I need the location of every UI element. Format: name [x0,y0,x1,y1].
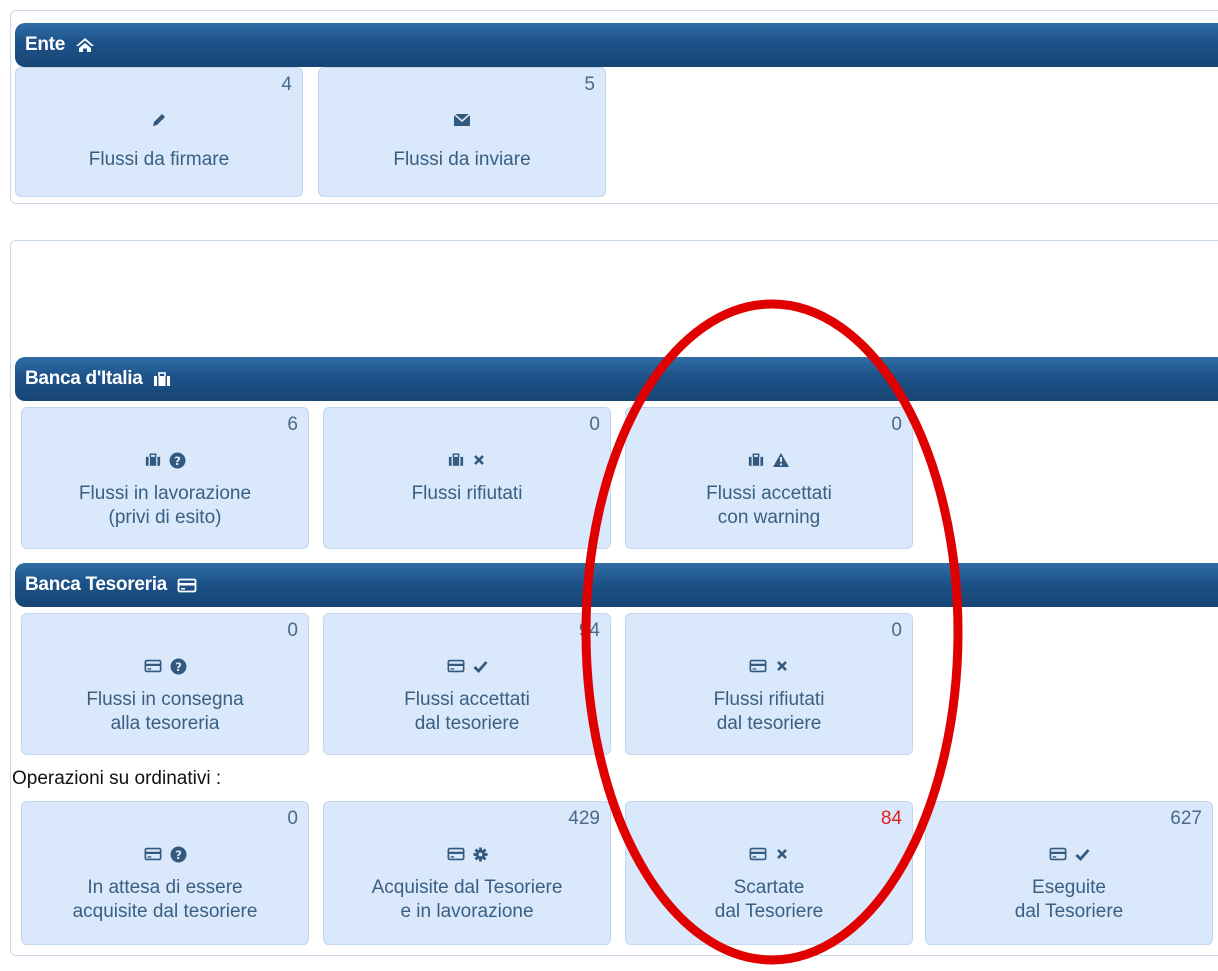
tile-count: 0 [891,414,902,435]
tile-label-line2: e in lavorazione [400,901,534,922]
times-icon [472,453,486,467]
tile-label-line1: Scartate [733,877,805,898]
question-circle-icon: ? [169,452,186,469]
credit-card-icon [749,847,767,861]
times-icon [775,847,789,861]
briefcase-icon [448,453,464,467]
banca-italia-title: Banca d'Italia [25,368,143,389]
tile-label-line1: Acquisite dal Tesoriere [371,877,563,898]
tile-flussi-in-lavorazione[interactable]: 6 ? Flussi in lavorazione (privi di esit… [21,407,309,549]
tile-label-line1: In attesa di essere [87,877,243,898]
home-icon [75,37,95,53]
tile-label-line1: Flussi in consegna [86,689,244,710]
check-icon [1075,848,1090,861]
check-icon [473,660,488,673]
briefcase-icon [153,371,171,387]
tile-flussi-da-firmare[interactable]: 4 Flussi da firmare [15,67,303,197]
tile-count-alert: 84 [880,808,902,829]
credit-card-icon [144,847,162,861]
warning-icon [772,452,790,468]
tile-label-line2: alla tesoreria [110,713,220,734]
tile-label-line1: Flussi rifiutati [411,483,523,504]
tile-flussi-da-inviare[interactable]: 5 Flussi da inviare [318,67,606,197]
tile-eseguite[interactable]: 627 Eseguite dal Tesoriere [925,801,1213,945]
tile-flussi-accettati-warning[interactable]: 0 Flussi accettati con warning [625,407,913,549]
banca-italia-header: Banca d'Italia [15,357,1218,401]
tile-label-line1: Flussi accettati [706,483,832,504]
tile-count: 0 [891,620,902,641]
times-icon [775,659,789,673]
tile-count: 0 [589,414,600,435]
question-circle-icon: ? [170,846,187,863]
tile-label-line2: dal Tesoriere [714,901,824,922]
tile-count: 6 [287,414,298,435]
banca-tesoreria-title: Banca Tesoreria [25,574,167,595]
tile-flussi-rifiutati-tesoriere[interactable]: 0 Flussi rifiutati dal tesoriere [625,613,913,755]
tile-count: 627 [1170,808,1202,829]
tile-label-line1: Flussi rifiutati [713,689,825,710]
tile-flussi-accettati-tesoriere[interactable]: 94 Flussi accettati dal tesoriere [323,613,611,755]
ente-title: Ente [25,34,65,55]
tile-in-attesa[interactable]: 0 ? In attesa di essere acquisite dal te… [21,801,309,945]
tile-count: 94 [578,620,600,641]
envelope-icon [453,113,471,127]
tile-label-line2: con warning [717,507,821,528]
banca-tesoreria-header: Banca Tesoreria [15,563,1218,607]
tile-label-line2: acquisite dal tesoriere [72,901,258,922]
tile-count: 0 [287,808,298,829]
svg-text:?: ? [175,659,182,673]
tile-label-line2: (privi di esito) [108,507,222,528]
briefcase-icon [748,453,764,467]
tile-count: 5 [584,74,595,95]
tile-count: 0 [287,620,298,641]
svg-text:?: ? [175,847,182,861]
tile-label: Flussi da inviare [393,149,531,170]
operazioni-title: Operazioni su ordinativi : [12,768,222,789]
tile-count: 429 [568,808,600,829]
tile-label-line1: Eseguite [1032,877,1106,898]
tile-label-line2: dal Tesoriere [1014,901,1124,922]
pencil-icon [151,112,167,128]
credit-card-icon [144,659,162,673]
svg-text:?: ? [174,453,181,467]
tile-label-line2: dal tesoriere [414,713,520,734]
tile-acquisite[interactable]: 429 Acquisite dal Tesoriere e in lavoraz… [323,801,611,945]
tile-scartate[interactable]: 84 Scartate dal Tesoriere [625,801,913,945]
ente-header: Ente [15,23,1218,67]
question-circle-icon: ? [170,658,187,675]
briefcase-icon [145,453,161,467]
tile-count: 4 [281,74,292,95]
tile-flussi-rifiutati[interactable]: 0 Flussi rifiutati [323,407,611,549]
cog-icon [472,846,488,862]
tile-label-line1: Flussi in lavorazione [78,483,252,504]
credit-card-icon [1049,847,1067,861]
credit-card-icon [749,659,767,673]
tile-label: Flussi da firmare [88,149,230,170]
credit-card-icon [447,659,465,673]
tile-flussi-in-consegna[interactable]: 0 ? Flussi in consegna alla tesoreria [21,613,309,755]
credit-card-icon [177,578,197,593]
banche-panel: Banca d'Italia 6 ? Flussi in lavorazione… [10,240,1218,956]
credit-card-icon [447,847,465,861]
tile-label-line2: dal tesoriere [716,713,822,734]
tile-label-line1: Flussi accettati [404,689,530,710]
ente-panel: Ente 4 Flussi da firmare 5 Flussi da inv… [10,10,1218,204]
